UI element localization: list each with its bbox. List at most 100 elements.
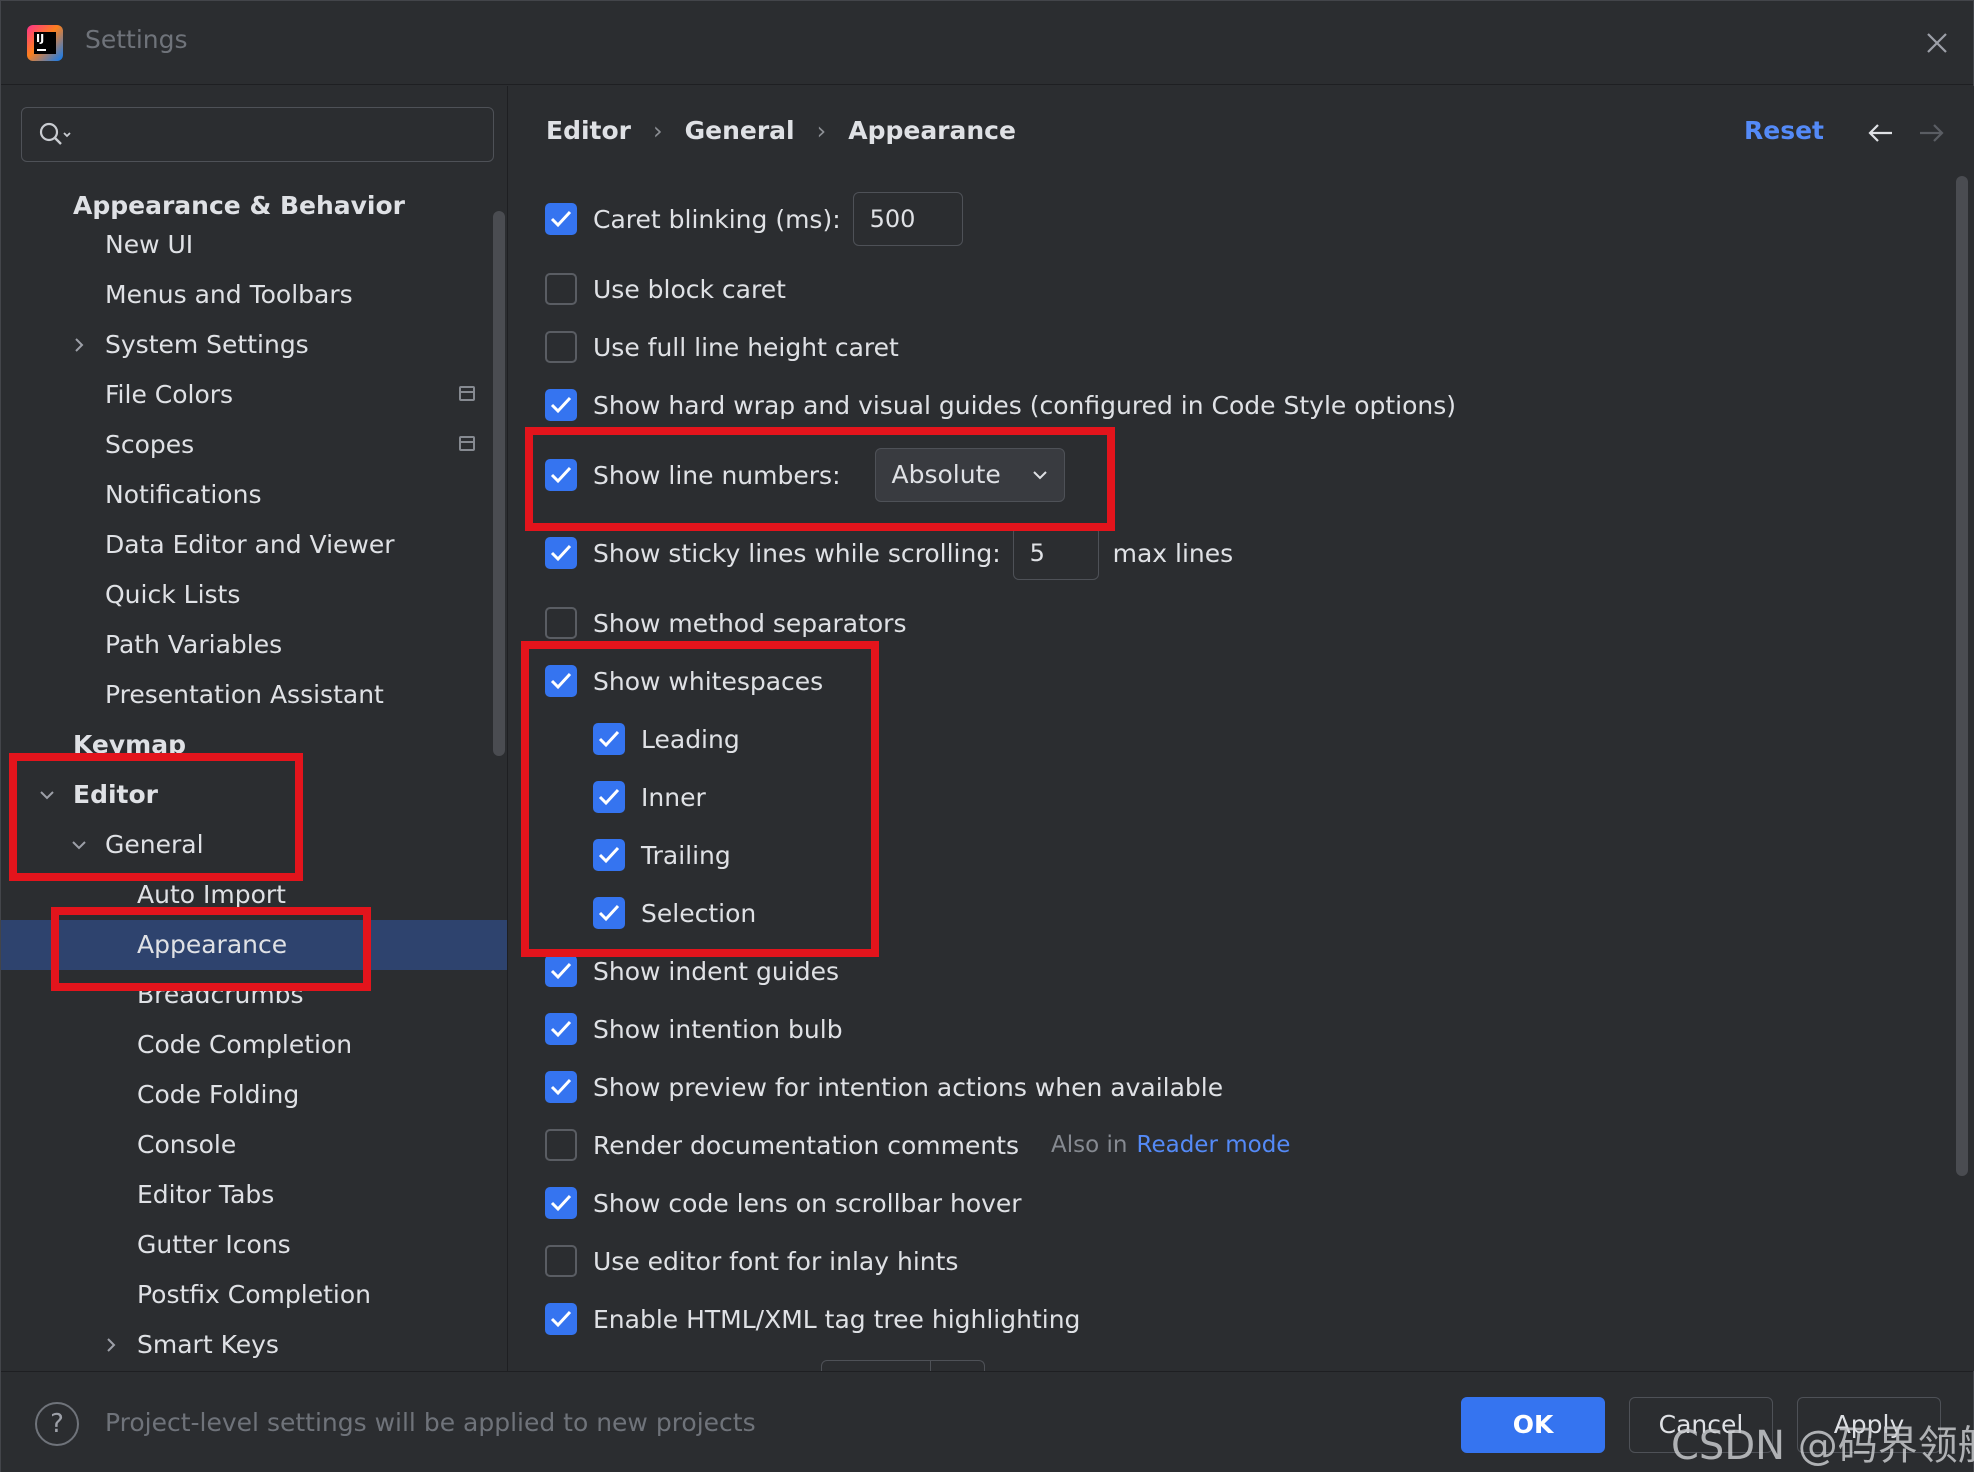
search-input[interactable] xyxy=(21,107,494,162)
line-numbers-checkbox[interactable] xyxy=(545,459,577,491)
sidebar-item-label: Appearance xyxy=(137,930,288,959)
project-level-icon xyxy=(459,386,475,401)
sidebar-item-editor[interactable]: Editor xyxy=(1,770,507,820)
trailing-label: Trailing xyxy=(641,840,731,870)
indent-guides-label: Show indent guides xyxy=(593,956,839,986)
inner-label: Inner xyxy=(641,782,706,812)
close-icon[interactable] xyxy=(1921,27,1953,59)
also-in-label: Also in xyxy=(1051,1132,1128,1158)
leading-row: Leading xyxy=(593,716,740,762)
sidebar-item-menus-toolbars[interactable]: Menus and Toolbars xyxy=(1,270,507,320)
sidebar-item-label: Quick Lists xyxy=(105,580,241,609)
sidebar-item-label: File Colors xyxy=(105,380,234,409)
sidebar-item-system-settings[interactable]: System Settings xyxy=(1,320,507,370)
sidebar-item-keymap[interactable]: Keymap xyxy=(1,720,507,770)
full-line-caret-checkbox[interactable] xyxy=(545,331,577,363)
sidebar-item-label: Breadcrumbs xyxy=(137,980,304,1009)
selection-label: Selection xyxy=(641,898,757,928)
sidebar-item-file-colors[interactable]: File Colors xyxy=(1,370,507,420)
whitespaces-row: Show whitespaces xyxy=(545,658,823,704)
line-numbers-selected: Absolute xyxy=(891,460,1001,489)
sticky-lines-input[interactable]: 5 xyxy=(1012,526,1099,580)
breadcrumb-item-editor[interactable]: Editor xyxy=(546,116,631,145)
render-docs-row: Render documentation comments Also in Re… xyxy=(545,1122,1290,1168)
sidebar-item-label: System Settings xyxy=(105,330,309,359)
trailing-checkbox[interactable] xyxy=(593,839,625,871)
block-caret-checkbox[interactable] xyxy=(545,273,577,305)
reset-link[interactable]: Reset xyxy=(1744,116,1824,145)
sidebar-item-gutter-icons[interactable]: Gutter Icons xyxy=(1,1220,507,1270)
sidebar-item-new-ui[interactable]: New UI xyxy=(1,220,507,270)
sidebar-item-label: General xyxy=(105,830,204,859)
sidebar-item-label: Code Completion xyxy=(137,1030,353,1059)
tag-tree-checkbox[interactable] xyxy=(545,1303,577,1335)
sidebar-item-label: Path Variables xyxy=(105,630,283,659)
sidebar-item-editor-tabs[interactable]: Editor Tabs xyxy=(1,1170,507,1220)
sidebar-item-general[interactable]: General xyxy=(1,820,507,870)
sidebar-item-auto-import[interactable]: Auto Import xyxy=(1,870,507,920)
sidebar-item-label: Editor Tabs xyxy=(137,1180,275,1209)
whitespaces-checkbox[interactable] xyxy=(545,665,577,697)
tag-tree-label: Enable HTML/XML tag tree highlighting xyxy=(593,1304,1081,1334)
full-line-caret-row: Use full line height caret xyxy=(545,324,899,370)
inlay-font-checkbox[interactable] xyxy=(545,1245,577,1277)
method-separators-checkbox[interactable] xyxy=(545,607,577,639)
chevron-down-icon[interactable] xyxy=(71,837,87,853)
caret-blinking-row: Caret blinking (ms): 500 xyxy=(545,192,963,246)
leading-checkbox[interactable] xyxy=(593,723,625,755)
chevron-down-icon[interactable] xyxy=(39,787,55,803)
sidebar-item-smart-keys[interactable]: Smart Keys xyxy=(1,1320,507,1370)
sidebar-scrollbar[interactable] xyxy=(493,211,505,756)
breadcrumb-separator: › xyxy=(653,116,663,145)
indent-guides-checkbox[interactable] xyxy=(545,955,577,987)
sidebar-item-label: Scopes xyxy=(105,430,195,459)
hard-wrap-row: Show hard wrap and visual guides (config… xyxy=(545,382,1456,428)
sidebar-item-label: Keymap xyxy=(73,730,187,759)
render-docs-checkbox[interactable] xyxy=(545,1129,577,1161)
sidebar-item-label: Data Editor and Viewer xyxy=(105,530,395,559)
sidebar-item-code-folding[interactable]: Code Folding xyxy=(1,1070,507,1120)
forward-arrow-icon[interactable] xyxy=(1918,122,1946,144)
sticky-lines-suffix: max lines xyxy=(1112,538,1234,568)
selection-checkbox[interactable] xyxy=(593,897,625,929)
sidebar-item-console[interactable]: Console xyxy=(1,1120,507,1170)
code-lens-label: Show code lens on scrollbar hover xyxy=(593,1188,1022,1218)
ok-button[interactable]: OK xyxy=(1461,1397,1605,1453)
breadcrumb-item-general[interactable]: General xyxy=(685,116,795,145)
sticky-lines-label: Show sticky lines while scrolling: xyxy=(593,538,1001,568)
sidebar-item-data-editor[interactable]: Data Editor and Viewer xyxy=(1,520,507,570)
sidebar-item-notifications[interactable]: Notifications xyxy=(1,470,507,520)
sidebar-item-presentation-assistant[interactable]: Presentation Assistant xyxy=(1,670,507,720)
intention-bulb-checkbox[interactable] xyxy=(545,1013,577,1045)
code-lens-checkbox[interactable] xyxy=(545,1187,577,1219)
inner-checkbox[interactable] xyxy=(593,781,625,813)
reader-mode-link[interactable]: Reader mode xyxy=(1137,1132,1291,1158)
sidebar-item-postfix-completion[interactable]: Postfix Completion xyxy=(1,1270,507,1320)
help-button[interactable]: ? xyxy=(35,1402,79,1446)
inner-row: Inner xyxy=(593,774,706,820)
sidebar-item-breadcrumbs[interactable]: Breadcrumbs xyxy=(1,970,507,1020)
line-numbers-dropdown[interactable]: Absolute xyxy=(874,448,1065,502)
sticky-lines-checkbox[interactable] xyxy=(545,537,577,569)
sidebar-item-code-completion[interactable]: Code Completion xyxy=(1,1020,507,1070)
sidebar-item-quick-lists[interactable]: Quick Lists xyxy=(1,570,507,620)
hard-wrap-checkbox[interactable] xyxy=(545,389,577,421)
chevron-right-icon[interactable] xyxy=(71,337,87,353)
partial-control[interactable] xyxy=(821,1360,985,1371)
caret-blinking-input[interactable]: 500 xyxy=(852,192,963,246)
back-arrow-icon[interactable] xyxy=(1866,122,1894,144)
sidebar-item-label: New UI xyxy=(105,230,194,259)
intention-preview-checkbox[interactable] xyxy=(545,1071,577,1103)
settings-sidebar: Appearance & Behavior New UI Menus and T… xyxy=(1,86,507,1371)
sidebar-item-appearance[interactable]: Appearance xyxy=(1,920,507,970)
content-scrollbar[interactable] xyxy=(1956,176,1968,1176)
sidebar-item-scopes[interactable]: Scopes xyxy=(1,420,507,470)
intention-bulb-row: Show intention bulb xyxy=(545,1006,843,1052)
sidebar-item-label: Smart Keys xyxy=(137,1330,279,1359)
sidebar-item-path-variables[interactable]: Path Variables xyxy=(1,620,507,670)
line-numbers-label: Show line numbers: xyxy=(593,460,841,490)
caret-blinking-checkbox[interactable] xyxy=(545,203,577,235)
trailing-row: Trailing xyxy=(593,832,731,878)
chevron-right-icon[interactable] xyxy=(103,1337,119,1353)
method-separators-label: Show method separators xyxy=(593,608,907,638)
